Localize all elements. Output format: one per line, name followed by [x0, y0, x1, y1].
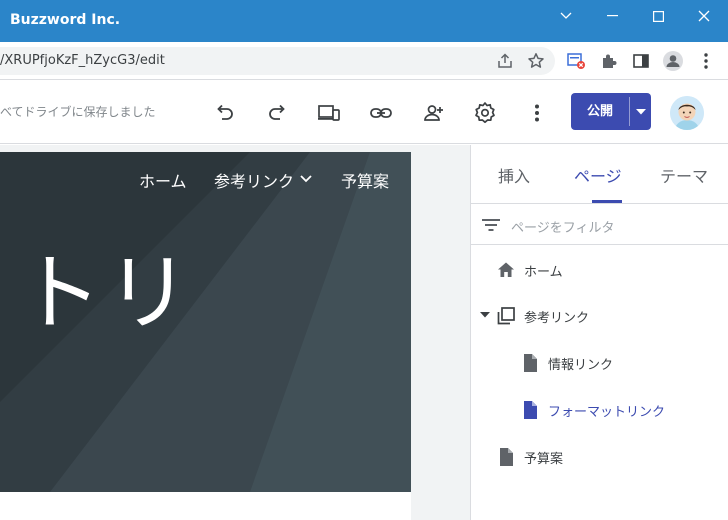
site-nav-budget[interactable]: 予算案: [341, 168, 389, 192]
save-status: べてドライブに保存しました: [0, 105, 156, 119]
expand-triangle-icon[interactable]: [480, 312, 490, 318]
page-label-info-links: 情報リンク: [548, 357, 614, 373]
undo-icon[interactable]: [212, 100, 238, 126]
side-panel-icon[interactable]: [630, 50, 652, 72]
puzzle-icon[interactable]: [598, 50, 620, 72]
bookmark-star-icon[interactable]: [525, 50, 547, 72]
profile-icon[interactable]: [662, 50, 684, 72]
page-icon: [520, 400, 540, 420]
tab-themes[interactable]: テーマ: [660, 163, 708, 187]
tab-insert[interactable]: 挿入: [498, 163, 530, 187]
page-item-info-links[interactable]: 情報リンク: [520, 352, 613, 374]
share-icon[interactable]: [494, 50, 516, 72]
close-button[interactable]: [681, 0, 727, 32]
minimize-button[interactable]: [589, 0, 635, 32]
page-icon: [520, 353, 540, 373]
page-collection-icon: [496, 306, 516, 326]
site-nav-home[interactable]: ホーム: [139, 168, 187, 192]
chevron-down-icon[interactable]: [300, 175, 312, 183]
add-person-icon[interactable]: [420, 100, 446, 126]
omnibox[interactable]: /XRUPfjoKzF_hZycG3/edit: [0, 47, 555, 75]
home-icon: [496, 260, 516, 280]
window-title: Buzzword Inc.: [10, 12, 121, 28]
page-item-budget[interactable]: 予算案: [496, 446, 563, 468]
page-item-format-links[interactable]: フォーマットリンク: [520, 399, 665, 421]
tabs-divider: [471, 203, 728, 204]
more-vert-icon[interactable]: [524, 100, 550, 126]
page-label-format-links: フォーマットリンク: [548, 404, 666, 420]
site-nav-reference-links[interactable]: 参考リンク: [214, 168, 294, 192]
chevron-down-icon[interactable]: [543, 0, 589, 32]
more-vert-icon[interactable]: [695, 50, 717, 72]
publish-button[interactable]: 公開: [571, 93, 651, 130]
site-content-area: [0, 492, 411, 520]
address-bar: /XRUPfjoKzF_hZycG3/edit: [0, 42, 728, 80]
settings-icon[interactable]: [472, 100, 498, 126]
redo-icon[interactable]: [264, 100, 290, 126]
page-filter-input[interactable]: ページをフィルタ: [511, 217, 614, 236]
filter-divider: [471, 244, 728, 245]
preview-devices-icon[interactable]: [316, 100, 342, 126]
page-item-reference-links[interactable]: 参考リンク: [496, 305, 589, 327]
page-label-reference-links: 参考リンク: [524, 310, 590, 326]
avatar[interactable]: [670, 96, 704, 130]
url-text: /XRUPfjoKzF_hZycG3/edit: [0, 53, 165, 68]
page-label-home: ホーム: [524, 264, 563, 280]
maximize-button[interactable]: [635, 0, 681, 32]
page-item-home[interactable]: ホーム: [496, 259, 563, 281]
page-label-budget: 予算案: [524, 451, 564, 467]
extension-alert-icon[interactable]: [565, 50, 587, 72]
hero-title[interactable]: トリ: [18, 226, 194, 347]
editor-toolbar: べてドライブに保存しました 公開: [0, 80, 728, 144]
page-icon: [496, 447, 516, 467]
tab-pages[interactable]: ページ: [574, 163, 622, 187]
publish-options-dropdown[interactable]: [630, 93, 651, 130]
publish-label: 公開: [586, 104, 613, 119]
window-titlebar: Buzzword Inc.: [0, 0, 728, 42]
link-icon[interactable]: [368, 100, 394, 126]
filter-icon: [481, 216, 501, 234]
